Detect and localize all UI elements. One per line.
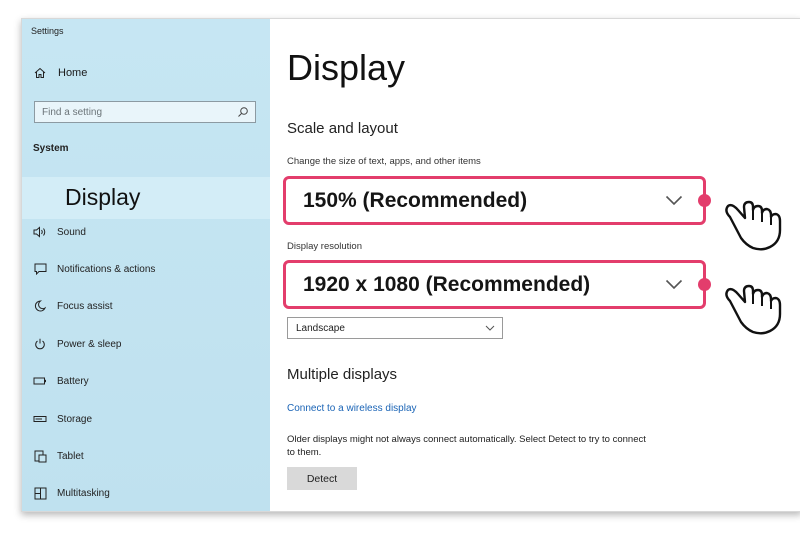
highlight-dot [698, 194, 711, 207]
multiple-displays-heading: Multiple displays [287, 366, 398, 383]
pointing-hand-icon [725, 284, 782, 335]
sidebar-item-battery[interactable]: Battery [33, 374, 89, 388]
scale-dropdown-value: 150% (Recommended) [303, 189, 528, 212]
chevron-down-icon [665, 279, 683, 290]
resolution-dropdown-value: 1920 x 1080 (Recommended) [303, 273, 591, 296]
battery-icon [33, 374, 47, 388]
sidebar: Settings Home Find a setting System Disp… [22, 19, 270, 511]
sidebar-item-power-sleep[interactable]: Power & sleep [33, 337, 121, 351]
sidebar-item-label: Storage [57, 413, 93, 425]
sidebar-item-sound[interactable]: Sound [33, 225, 86, 239]
power-icon [33, 337, 47, 351]
sidebar-item-focus-assist[interactable]: Focus assist [33, 299, 113, 313]
sidebar-item-label: Tablet [57, 450, 84, 462]
sidebar-item-label: Sound [57, 226, 86, 238]
app-title: Settings [31, 26, 64, 36]
sidebar-item-storage[interactable]: Storage [33, 412, 92, 426]
resolution-label: Display resolution [287, 241, 362, 252]
detect-description: Older displays might not always connect … [287, 434, 646, 458]
wireless-display-link[interactable]: Connect to a wireless display [287, 403, 417, 414]
sidebar-item-label: Battery [57, 375, 89, 387]
scale-dropdown[interactable]: 150% (Recommended) [283, 176, 711, 225]
speaker-icon [33, 225, 47, 239]
notification-icon [33, 262, 47, 276]
multitasking-icon [33, 486, 47, 500]
highlight-dot [698, 278, 711, 291]
sidebar-section-label: System [33, 143, 69, 154]
sidebar-item-multitasking[interactable]: Multitasking [33, 486, 110, 500]
sidebar-item-tablet[interactable]: Tablet [33, 449, 84, 463]
tablet-icon [33, 449, 47, 463]
orientation-dropdown[interactable]: Landscape [287, 317, 503, 339]
settings-window: Settings Home Find a setting System Disp… [21, 18, 800, 512]
orientation-dropdown-value: Landscape [296, 323, 345, 334]
resolution-dropdown[interactable]: 1920 x 1080 (Recommended) [283, 260, 711, 309]
moon-icon [33, 299, 47, 313]
sidebar-item-label: Home [58, 67, 88, 79]
search-input[interactable]: Find a setting [34, 101, 256, 123]
pointing-hand-icon [725, 200, 782, 251]
sidebar-item-label: Multitasking [57, 487, 110, 499]
main-content: Display Scale and layout Change the size… [270, 19, 800, 511]
sidebar-item-label: Notifications & actions [57, 263, 156, 275]
sidebar-item-label: Display [65, 184, 141, 210]
detect-button[interactable]: Detect [287, 467, 357, 490]
search-icon [238, 107, 248, 117]
scale-label: Change the size of text, apps, and other… [287, 156, 481, 167]
sidebar-item-label: Focus assist [57, 300, 113, 312]
chevron-down-icon [485, 325, 495, 331]
chevron-down-icon [665, 195, 683, 206]
sidebar-item-display[interactable]: Display [22, 177, 270, 219]
scale-layout-heading: Scale and layout [287, 120, 398, 137]
search-placeholder: Find a setting [42, 107, 103, 118]
storage-icon [33, 412, 47, 426]
sidebar-item-label: Power & sleep [57, 338, 122, 350]
sidebar-item-notifications[interactable]: Notifications & actions [33, 262, 155, 276]
home-icon [34, 67, 46, 78]
sidebar-item-home[interactable]: Home [34, 67, 87, 79]
page-title: Display [287, 47, 406, 88]
